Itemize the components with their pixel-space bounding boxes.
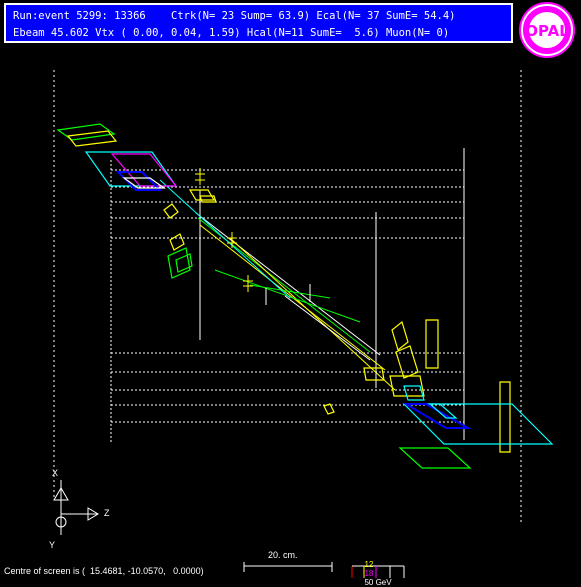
- scale-bar: [243, 562, 333, 572]
- energy-scale-labels: 12 18 50 GeV: [360, 551, 392, 587]
- y-axis-label: Y: [49, 540, 56, 550]
- axes-gizmo: [53, 480, 99, 535]
- upper-left-clusters: [56, 123, 217, 279]
- x-axis-label: X: [52, 468, 59, 478]
- event-info-panel: Run:event 5299: 13366 Ctrk(N= 23 Sump= 6…: [4, 3, 513, 43]
- beam-vertex-line: Ebeam 45.602 Vtx ( 0.00, 0.04, 1.59) Hca…: [13, 27, 450, 39]
- energy-label-50: 50 GeV: [364, 578, 392, 587]
- energy-label-12: 12: [364, 560, 374, 569]
- opal-logo: OPAL: [519, 2, 575, 58]
- event-display-canvas: [53, 70, 554, 578]
- run-event-line: Run:event 5299: 13366 Ctrk(N= 23 Sump= 6…: [13, 10, 456, 22]
- tracks: [159, 179, 396, 391]
- logo-text: OPAL: [525, 22, 569, 40]
- scale-label: 20. cm.: [268, 550, 298, 560]
- z-axis-label: Z: [104, 508, 110, 518]
- screen-centre-text: Centre of screen is ( 15.4681, -10.0570,…: [4, 566, 204, 576]
- track-markers: [195, 168, 311, 305]
- energy-label-18: 18: [364, 569, 374, 578]
